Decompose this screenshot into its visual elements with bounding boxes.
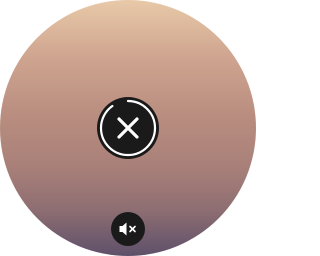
mute-button[interactable]: [111, 212, 145, 246]
mute-button-background: [111, 212, 145, 246]
cancel-button[interactable]: [96, 96, 160, 160]
watch-screen: [0, 0, 256, 256]
cancel-progress-graphic: [97, 97, 159, 159]
mute-button-graphic: [111, 212, 145, 246]
